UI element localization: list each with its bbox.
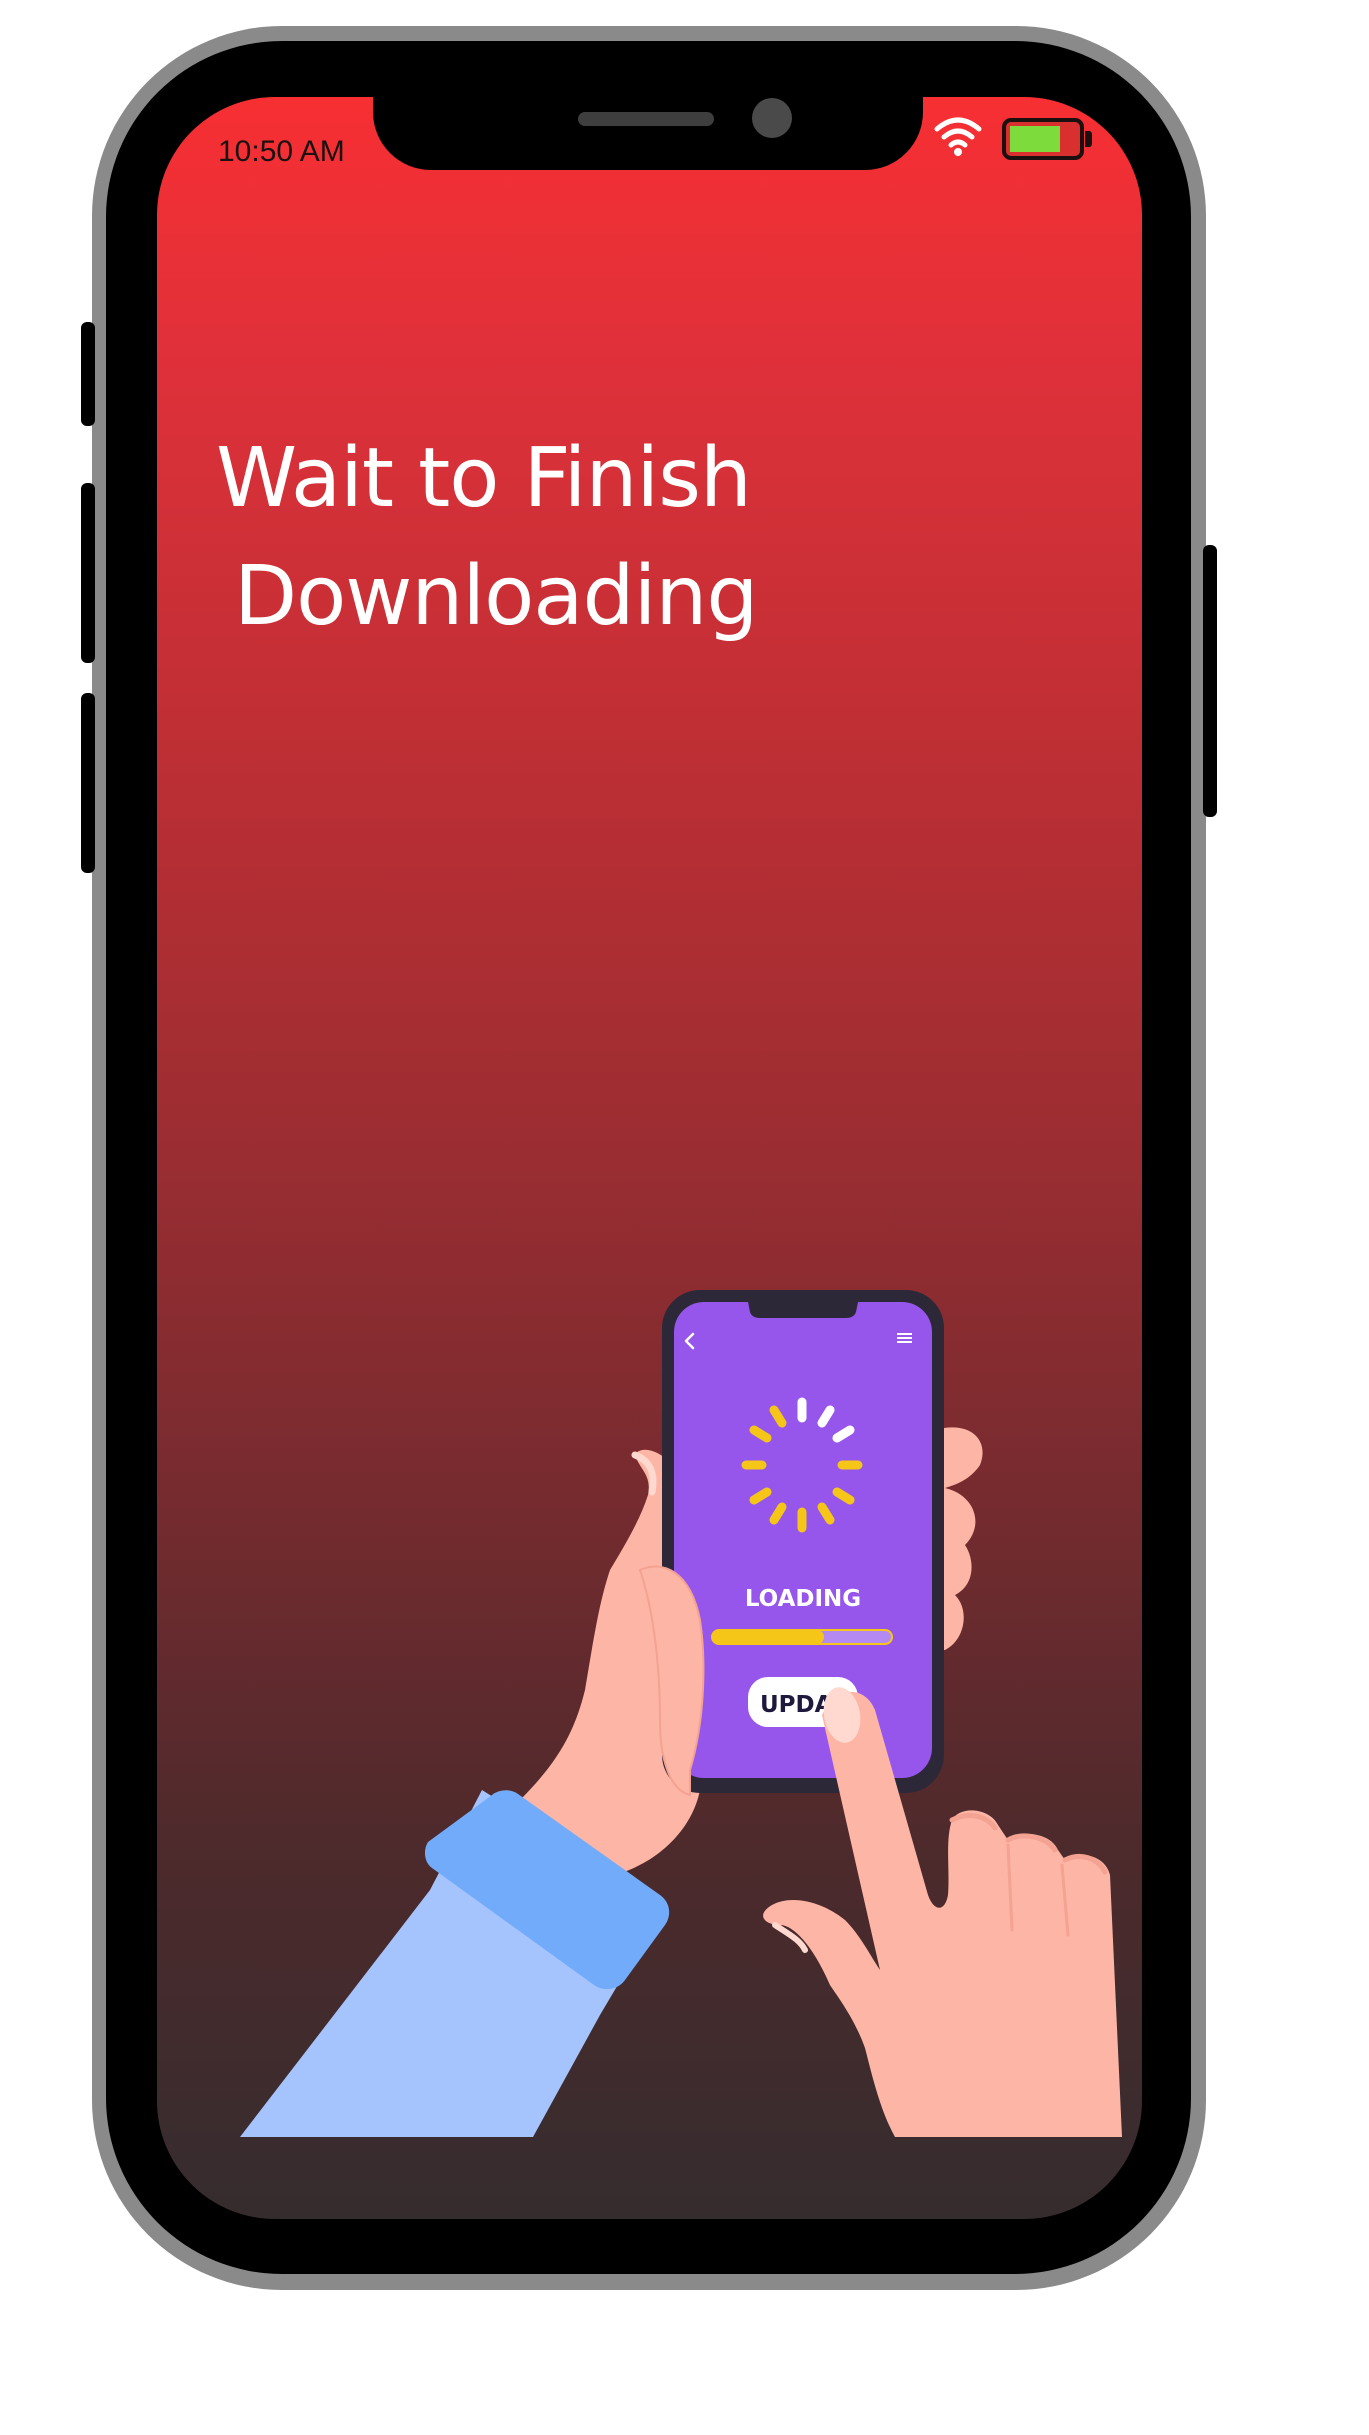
update-button-label: UPDA <box>760 1692 833 1718</box>
inner-phone-notch <box>748 1302 858 1318</box>
download-illustration: LOADING UPDA <box>240 1290 1122 2137</box>
progress-fill <box>712 1630 824 1644</box>
loading-label: LOADING <box>745 1586 861 1612</box>
